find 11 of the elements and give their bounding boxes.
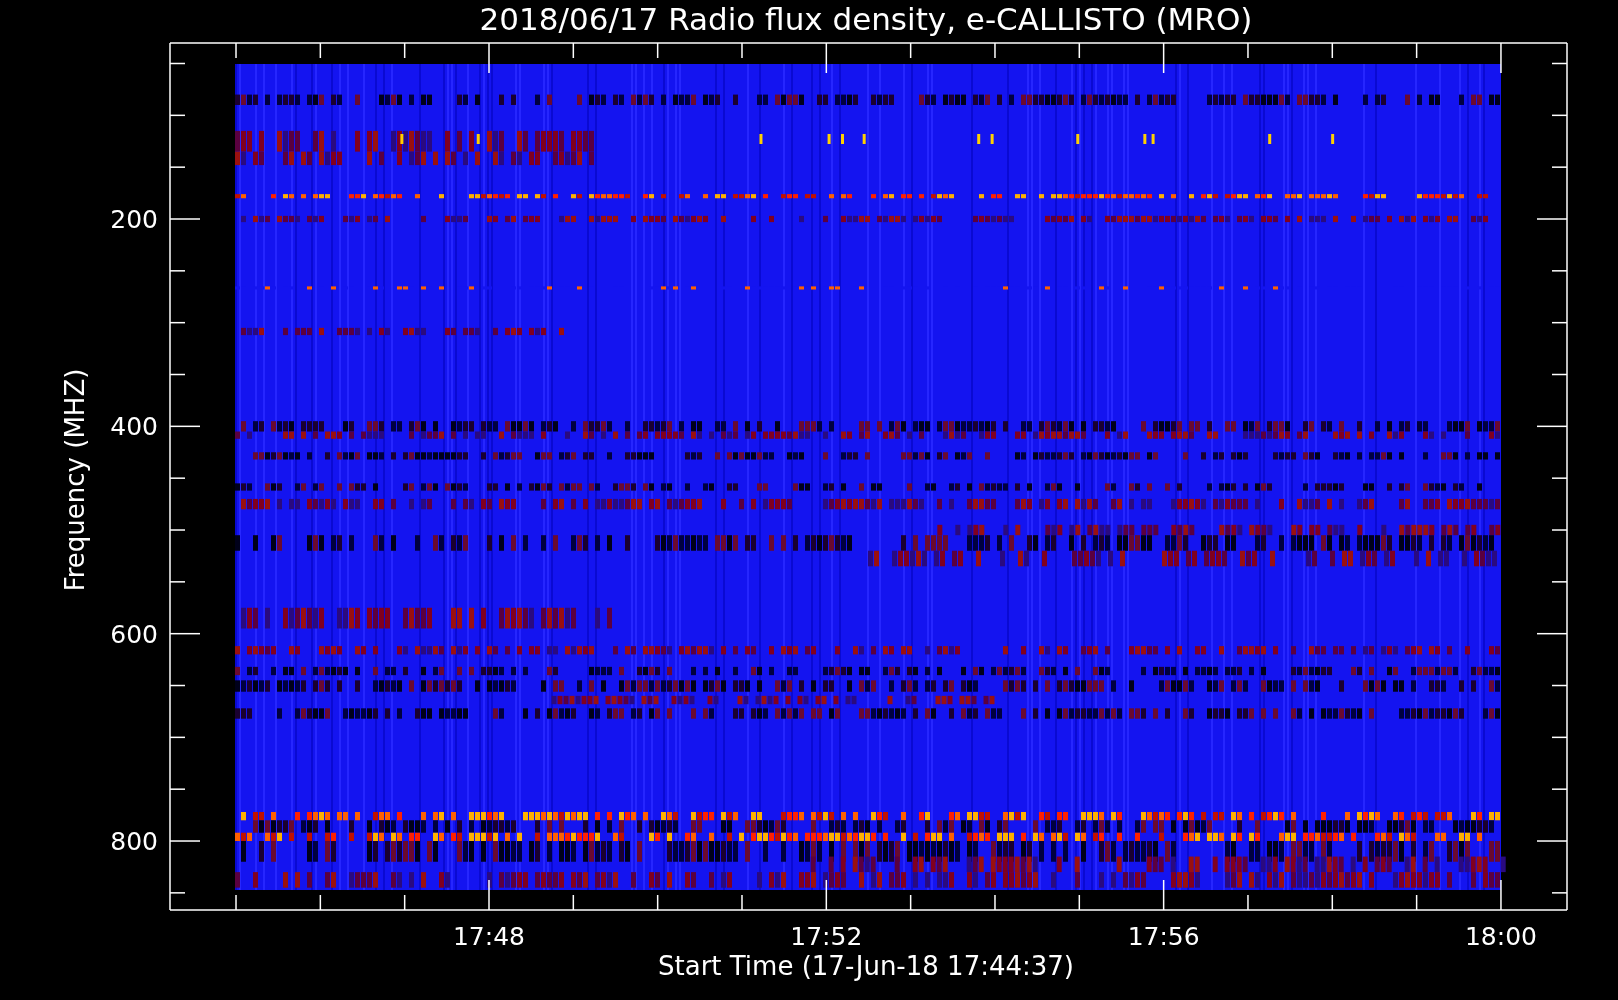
- axis-title: Frequency (MHZ): [60, 368, 90, 592]
- axis-tick-label: 17:52: [790, 922, 863, 951]
- axis-tick-label: 600: [110, 619, 158, 649]
- chart-title: 2018/06/17 Radio flux density, e-CALLISTO (MRO): [479, 1, 1253, 37]
- axis-tick-label: 200: [110, 205, 158, 234]
- axis-tick-label: 17:56: [1127, 922, 1200, 951]
- axis-title: Start Time (17-Jun-18 17:44:37): [658, 951, 1074, 981]
- axis-tick-label: 400: [110, 412, 158, 442]
- axis-tick-label: 18:00: [1464, 922, 1537, 951]
- axis-tick-label: 17:48: [453, 922, 525, 951]
- axis-tick-label: 800: [110, 827, 158, 856]
